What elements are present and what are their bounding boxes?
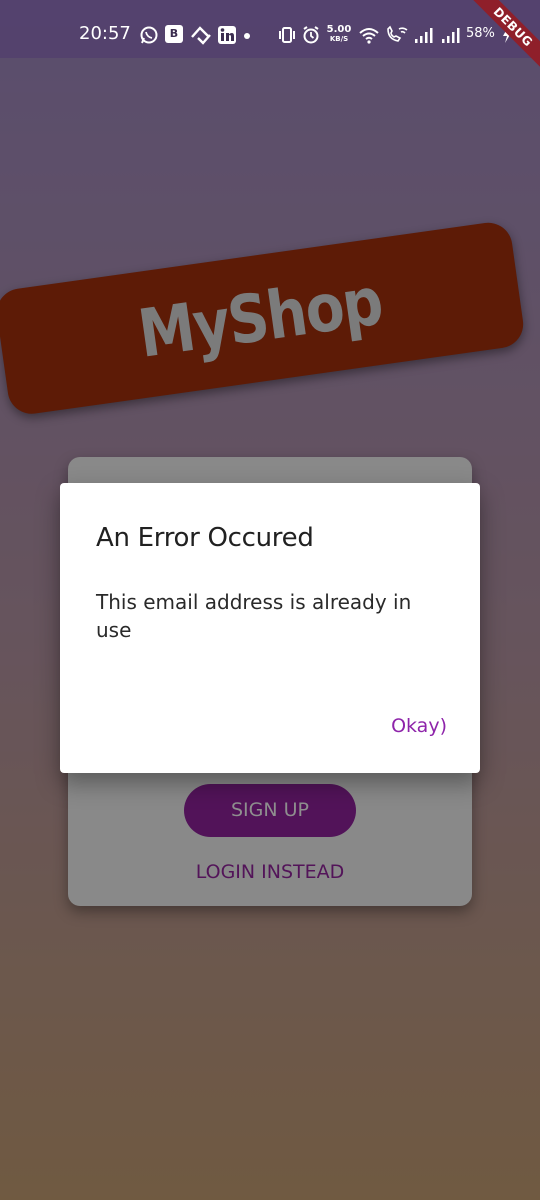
dialog-title: An Error Occured <box>96 523 314 553</box>
battery-percent: 58% <box>466 26 495 41</box>
relay-icon <box>191 26 211 45</box>
screen: MyShop SIGN UP LOGIN INSTEAD 20:57 B 5.0… <box>0 0 540 1200</box>
b-app-icon: B <box>165 25 183 43</box>
network-speed-unit: KB/S <box>329 35 349 43</box>
signal-icon-2 <box>442 28 460 43</box>
status-time: 20:57 <box>79 23 131 44</box>
error-dialog: An Error Occured This email address is a… <box>60 483 480 773</box>
alarm-icon <box>303 26 319 44</box>
network-speed: 5.00 KB/S <box>326 24 352 43</box>
signal-icon <box>415 28 433 43</box>
linkedin-icon <box>218 26 236 44</box>
network-speed-value: 5.00 <box>326 24 352 35</box>
wifi-icon <box>359 28 379 44</box>
vibrate-icon <box>279 27 295 43</box>
wifi-calling-icon <box>387 25 408 42</box>
login-instead-button[interactable]: LOGIN INSTEAD <box>68 861 472 883</box>
whatsapp-icon <box>140 26 158 44</box>
dialog-message: This email address is already in use <box>96 590 412 642</box>
dot-icon <box>244 33 250 39</box>
signup-button[interactable]: SIGN UP <box>184 784 356 837</box>
okay-button[interactable]: Okay) <box>391 715 447 737</box>
status-bar: 20:57 B 5.00 KB/S 58% <box>0 0 540 58</box>
